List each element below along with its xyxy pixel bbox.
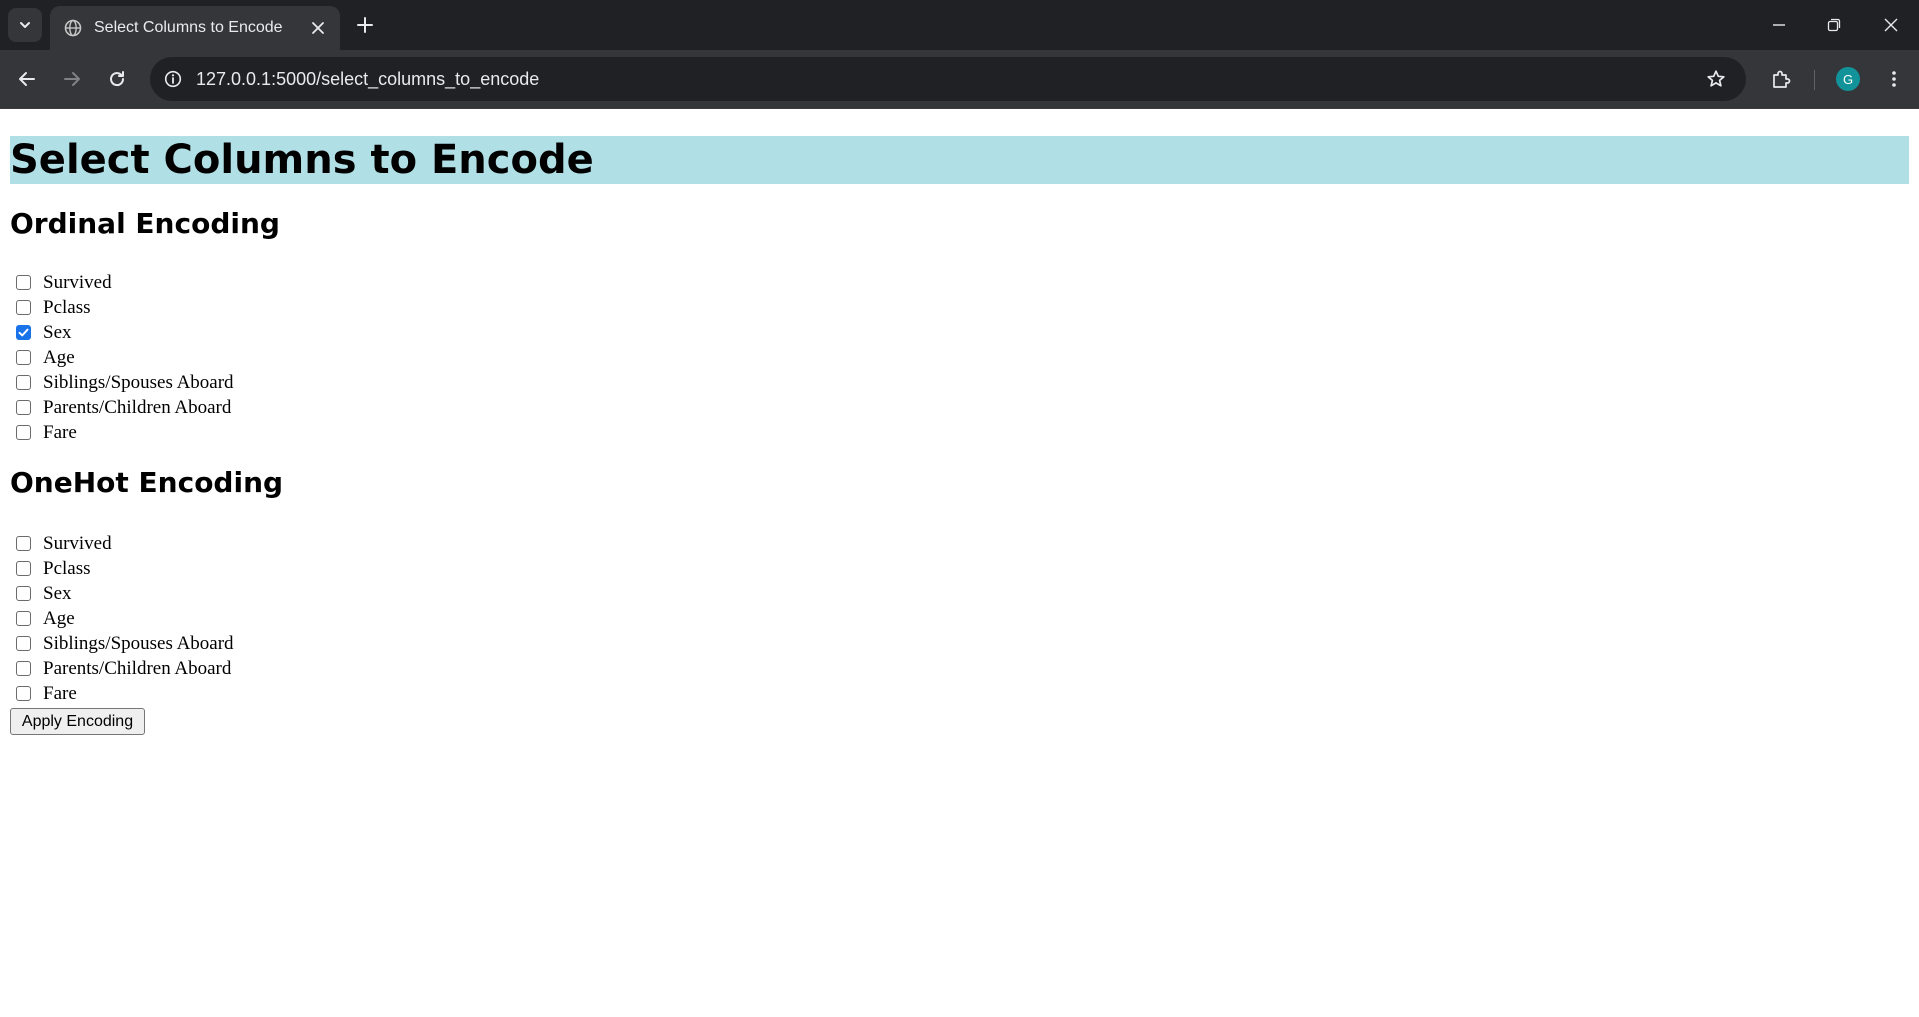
onehot-checkbox[interactable]: [16, 536, 31, 551]
onehot-checkbox[interactable]: [16, 661, 31, 676]
ordinal-option-row[interactable]: Parents/Children Aboard: [10, 395, 234, 420]
ordinal-option-label[interactable]: Pclass: [43, 297, 91, 319]
onehot-option-label[interactable]: Pclass: [43, 558, 91, 580]
close-icon: [1884, 18, 1898, 32]
globe-icon: [64, 19, 82, 37]
ordinal-checkbox[interactable]: [16, 350, 31, 365]
page-content: Select Columns to Encode Ordinal Encodin…: [0, 109, 1919, 1017]
onehot-option-label[interactable]: Survived: [43, 533, 112, 555]
onehot-option-row[interactable]: Sex: [10, 581, 234, 606]
chevron-down-icon: [20, 22, 30, 28]
page-title: Select Columns to Encode: [10, 136, 1909, 184]
close-icon[interactable]: [306, 16, 330, 40]
apply-encoding-button[interactable]: Apply Encoding: [10, 708, 145, 735]
reload-button[interactable]: [103, 65, 131, 93]
onehot-option-label[interactable]: Parents/Children Aboard: [43, 658, 231, 680]
onehot-checkbox[interactable]: [16, 561, 31, 576]
onehot-encoding-list: Survived Pclass Sex Age Siblings/Spouses Abo…: [10, 531, 234, 706]
onehot-option-label[interactable]: Sex: [43, 583, 72, 605]
checkmark-icon: [18, 328, 29, 337]
tab-title: Select Columns to Encode: [94, 19, 283, 36]
forward-arrow-icon: [64, 72, 80, 86]
onehot-option-label[interactable]: Age: [43, 608, 75, 630]
address-url[interactable]: 127.0.0.1:5000/select_columns_to_encode: [196, 69, 1702, 90]
onehot-option-label[interactable]: Fare: [43, 683, 77, 705]
star-icon[interactable]: [1702, 65, 1730, 93]
onehot-checkbox[interactable]: [16, 686, 31, 701]
ordinal-checkbox[interactable]: [16, 325, 31, 340]
ordinal-option-label[interactable]: Survived: [43, 272, 112, 294]
kebab-menu-icon: [1892, 71, 1896, 87]
onehot-checkbox[interactable]: [16, 611, 31, 626]
plus-icon: [357, 17, 373, 33]
toolbar-divider: [1814, 70, 1815, 90]
ordinal-option-row[interactable]: Fare: [10, 420, 234, 445]
puzzle-icon: [1773, 70, 1791, 88]
ordinal-checkbox[interactable]: [16, 400, 31, 415]
minimize-icon: [1773, 24, 1785, 26]
ordinal-option-row[interactable]: Siblings/Spouses Aboard: [10, 370, 234, 395]
restore-button[interactable]: [1819, 10, 1849, 40]
ordinal-checkbox[interactable]: [16, 300, 31, 315]
ordinal-option-label[interactable]: Age: [43, 347, 75, 369]
onehot-checkbox[interactable]: [16, 636, 31, 651]
ordinal-checkbox[interactable]: [16, 275, 31, 290]
ordinal-option-label[interactable]: Fare: [43, 422, 77, 444]
onehot-encoding-heading: OneHot Encoding: [10, 466, 284, 499]
restore-icon: [1827, 18, 1841, 32]
browser-toolbar: 127.0.0.1:5000/select_columns_to_encode …: [0, 50, 1919, 108]
info-icon[interactable]: [162, 68, 184, 90]
forward-button[interactable]: [58, 65, 86, 93]
address-bar[interactable]: 127.0.0.1:5000/select_columns_to_encode: [150, 57, 1746, 101]
ordinal-option-label[interactable]: Sex: [43, 322, 72, 344]
close-window-button[interactable]: [1876, 10, 1906, 40]
ordinal-option-row[interactable]: Pclass: [10, 295, 234, 320]
reload-icon: [110, 71, 125, 87]
ordinal-checkbox[interactable]: [16, 425, 31, 440]
back-button[interactable]: [13, 65, 41, 93]
onehot-option-row[interactable]: Pclass: [10, 556, 234, 581]
onehot-option-row[interactable]: Fare: [10, 681, 234, 706]
minimize-button[interactable]: [1764, 10, 1794, 40]
ordinal-checkbox[interactable]: [16, 375, 31, 390]
ordinal-option-row[interactable]: Survived: [10, 270, 234, 295]
tab-strip: Select Columns to Encode: [0, 0, 1919, 50]
ordinal-option-label[interactable]: Parents/Children Aboard: [43, 397, 231, 419]
ordinal-option-label[interactable]: Siblings/Spouses Aboard: [43, 372, 234, 394]
profile-avatar[interactable]: G: [1836, 67, 1860, 91]
extensions-button[interactable]: [1767, 65, 1795, 93]
ordinal-option-row[interactable]: Age: [10, 345, 234, 370]
tab-search-button[interactable]: [8, 8, 42, 42]
ordinal-encoding-heading: Ordinal Encoding: [10, 207, 280, 240]
new-tab-button[interactable]: [352, 12, 378, 38]
onehot-option-row[interactable]: Siblings/Spouses Aboard: [10, 631, 234, 656]
ordinal-option-row[interactable]: Sex: [10, 320, 234, 345]
onehot-option-row[interactable]: Parents/Children Aboard: [10, 656, 234, 681]
browser-menu-button[interactable]: [1880, 65, 1908, 93]
onehot-option-row[interactable]: Age: [10, 606, 234, 631]
onehot-checkbox[interactable]: [16, 586, 31, 601]
onehot-option-row[interactable]: Survived: [10, 531, 234, 556]
ordinal-encoding-list: Survived Pclass Sex Age Siblings/Spouses Abo…: [10, 270, 234, 445]
browser-tab-active[interactable]: Select Columns to Encode: [50, 6, 340, 50]
onehot-option-label[interactable]: Siblings/Spouses Aboard: [43, 633, 234, 655]
back-arrow-icon: [19, 72, 35, 86]
